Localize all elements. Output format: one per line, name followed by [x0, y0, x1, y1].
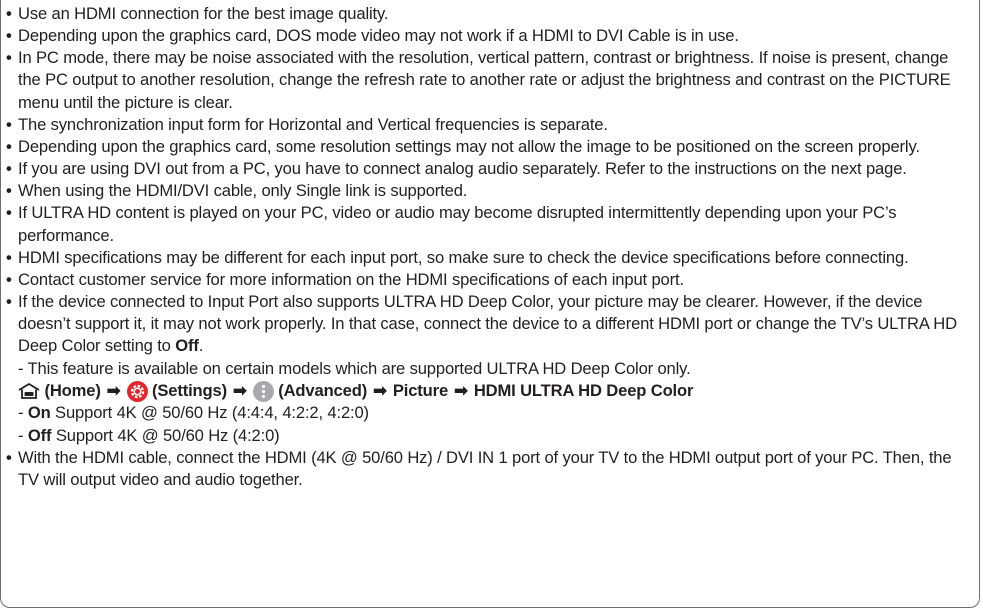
settings-gear-icon: [126, 380, 148, 402]
sentence-end: .: [198, 336, 204, 356]
option-label: Off: [27, 425, 52, 445]
bullet-item: Contact customer service for more inform…: [6, 269, 974, 291]
deep-color-setting-label: HDMI ULTRA HD Deep Color: [473, 381, 694, 401]
bullet-item: In PC mode, there may be noise associate…: [6, 47, 974, 113]
arrow-icon: ➡: [454, 381, 468, 401]
home-label: (Home): [44, 381, 101, 401]
bullet-item: With the HDMI cable, connect the HDMI (4…: [6, 447, 974, 491]
deep-color-bullet: If the device connected to Input Port al…: [6, 291, 974, 357]
settings-label: (Settings): [151, 381, 227, 401]
advanced-label: (Advanced): [278, 381, 368, 401]
deep-color-note: - This feature is available on certain m…: [18, 358, 691, 378]
advanced-more-icon: [252, 380, 274, 402]
option-desc: Support 4K @ 50/60 Hz (4:2:0): [51, 425, 280, 445]
bullet-item: If you are using DVI out from a PC, you …: [6, 158, 974, 180]
bullet-item: The synchronization input form for Horiz…: [6, 114, 974, 136]
option-label: On: [27, 403, 51, 423]
option-dash: -: [18, 425, 28, 445]
deep-color-text: If the device connected to Input Port al…: [18, 292, 957, 356]
bullet-item: HDMI specifications may be different for…: [6, 247, 974, 269]
arrow-icon: ➡: [373, 381, 387, 401]
notes-content: Use an HDMI connection for the best imag…: [6, 3, 974, 491]
menu-path: (Home) ➡ (Settings) ➡ (Advanced) ➡ Picture ➡ H…: [6, 380, 974, 403]
bullet-item: When using the HDMI/DVI cable, only Sing…: [6, 180, 974, 202]
home-icon: [18, 383, 40, 400]
option-dash: -: [18, 403, 28, 423]
bullet-item: Depending upon the graphics card, DOS mo…: [6, 25, 974, 47]
arrow-icon: ➡: [106, 381, 121, 401]
bullet-item: If ULTRA HD content is played on your PC…: [6, 202, 974, 246]
bullet-item: Depending upon the graphics card, some r…: [6, 136, 974, 158]
option-desc: Support 4K @ 50/60 Hz (4:4:4, 4:2:2, 4:2…: [50, 403, 369, 423]
bullet-item: Use an HDMI connection for the best imag…: [6, 3, 974, 25]
option-on: - On Support 4K @ 50/60 Hz (4:4:4, 4:2:2…: [6, 402, 974, 424]
picture-label: Picture: [392, 381, 449, 401]
off-keyword: Off: [175, 336, 199, 356]
arrow-icon: ➡: [232, 381, 247, 401]
option-off: - Off Support 4K @ 50/60 Hz (4:2:0): [6, 425, 974, 447]
